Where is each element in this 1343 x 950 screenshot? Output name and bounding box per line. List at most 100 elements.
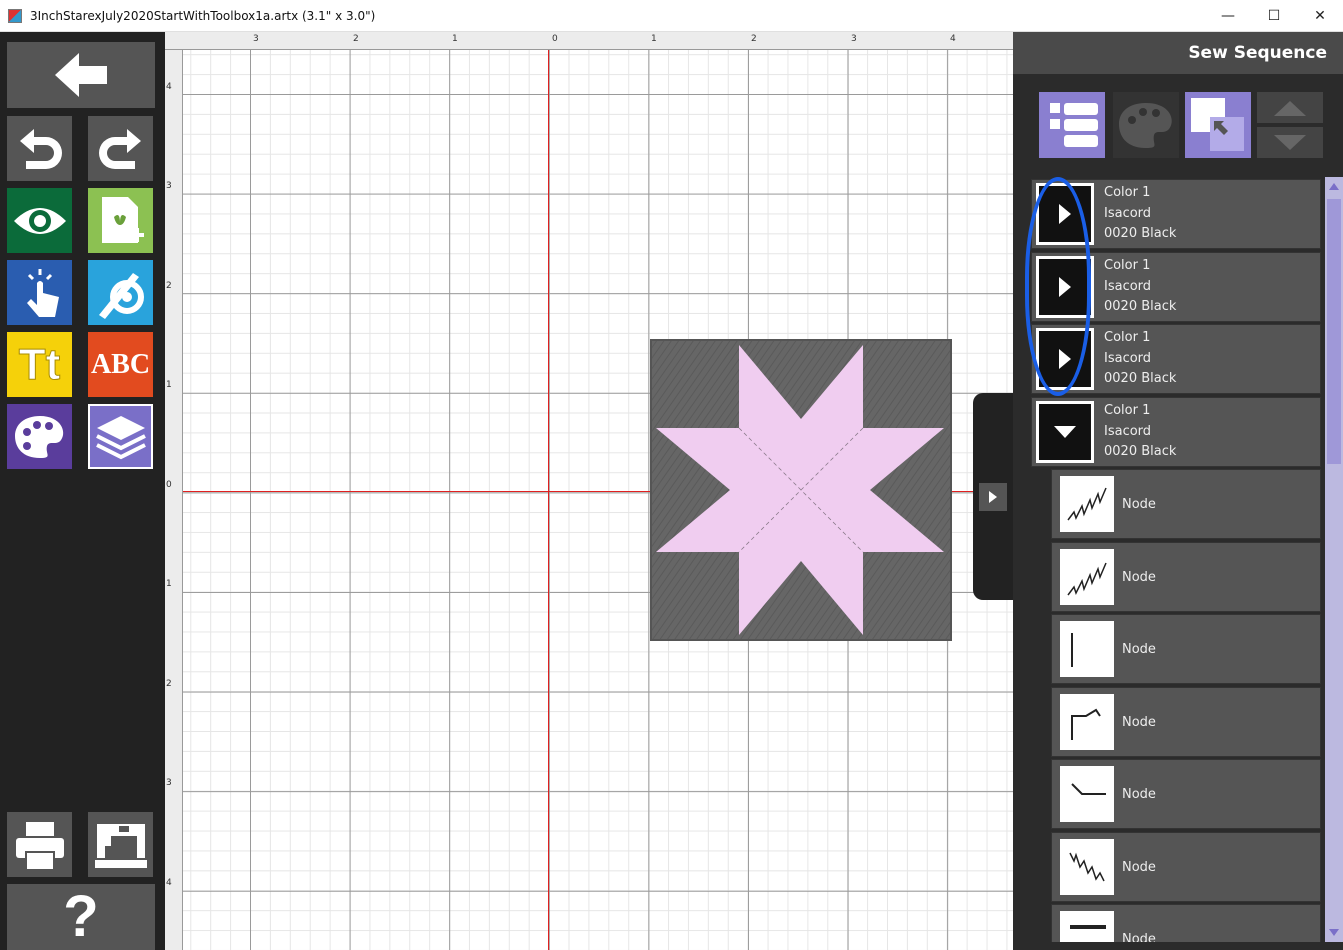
- color-sort-button[interactable]: [1113, 92, 1179, 158]
- node-row[interactable]: Node: [1051, 832, 1321, 902]
- thread-color: 0020 Black: [1104, 444, 1177, 460]
- ruler-top-label: 1: [651, 34, 657, 44]
- toolbox: Tt ABC ?: [0, 32, 165, 950]
- sewing-machine-icon: [94, 823, 147, 868]
- node-thumbnail: [1060, 911, 1114, 942]
- layers-button[interactable]: [88, 404, 153, 469]
- node-thumbnail: [1060, 621, 1114, 677]
- view-button[interactable]: [7, 188, 72, 253]
- chevron-down-icon: [1054, 426, 1076, 438]
- node-label: Node: [1122, 931, 1156, 943]
- ruler-left-label: 2: [166, 679, 172, 689]
- utilities-button[interactable]: [88, 260, 153, 325]
- thread-color: 0020 Black: [1104, 371, 1177, 387]
- ruler-left-label: 1: [166, 380, 172, 390]
- palette-icon: [1119, 103, 1172, 148]
- scroll-down-icon[interactable]: [1325, 926, 1343, 940]
- panel-collapse-tab: [973, 393, 1013, 600]
- select-icon: [26, 268, 59, 317]
- thread-brand: Isacord: [1104, 278, 1152, 294]
- maximize-button[interactable]: ☐: [1251, 0, 1297, 32]
- arrange-icon: [1191, 98, 1244, 151]
- star-quilt-block-design[interactable]: [650, 339, 952, 641]
- title-bar: 3InchStarexJuly2020StartWithToolbox1a.ar…: [0, 0, 1343, 32]
- new-design-button[interactable]: [88, 188, 153, 253]
- color-block-row[interactable]: Color 1 Isacord 0020 Black: [1031, 397, 1321, 467]
- redo-button[interactable]: [88, 116, 153, 181]
- view-icon: [13, 207, 66, 234]
- sew-sequence-panel: Sew Sequence Color 1 Isacord 0020 Black: [1013, 32, 1343, 950]
- node-row[interactable]: Node: [1051, 542, 1321, 612]
- help-button[interactable]: ?: [7, 884, 155, 950]
- ruler-top-label: 2: [353, 34, 359, 44]
- close-button[interactable]: ✕: [1297, 0, 1343, 32]
- node-label: Node: [1122, 641, 1156, 657]
- monogram-button[interactable]: ABC: [88, 332, 153, 397]
- node-row[interactable]: Node: [1051, 759, 1321, 829]
- thread-color: 0020 Black: [1104, 226, 1177, 242]
- thread-color: 0020 Black: [1104, 299, 1177, 315]
- select-button[interactable]: [7, 260, 72, 325]
- layers-icon: [95, 415, 146, 459]
- new-design-icon: [101, 196, 144, 243]
- move-up-button[interactable]: [1257, 92, 1323, 123]
- move-down-button[interactable]: [1257, 127, 1323, 158]
- straight-stitch-icon: [1071, 633, 1073, 667]
- color-palette-button[interactable]: [7, 404, 72, 469]
- node-thumbnail: [1060, 549, 1114, 605]
- collapse-button[interactable]: [1036, 401, 1094, 463]
- bend-stitch-icon: [1071, 783, 1106, 795]
- scroll-up-icon[interactable]: [1325, 179, 1343, 193]
- sequence-list-button[interactable]: [1039, 92, 1105, 158]
- list-scrollbar[interactable]: [1325, 177, 1343, 942]
- color-name: Color 1: [1104, 258, 1151, 274]
- vertical-axis-line: [548, 50, 549, 950]
- node-thumbnail: [1060, 476, 1114, 532]
- bar-stitch-icon: [1070, 925, 1106, 929]
- ruler-top-label: 4: [950, 34, 956, 44]
- color-name: Color 1: [1104, 185, 1151, 201]
- scrollbar-thumb[interactable]: [1327, 199, 1341, 464]
- chevron-right-icon: [989, 490, 997, 503]
- help-icon: ?: [63, 884, 99, 949]
- node-thumbnail: [1060, 694, 1114, 750]
- node-row[interactable]: Node: [1051, 904, 1321, 942]
- redo-icon: [98, 128, 141, 169]
- minimize-button[interactable]: —: [1205, 0, 1251, 32]
- move-to-front-button[interactable]: [1185, 92, 1251, 158]
- undo-icon: [19, 128, 62, 169]
- horizontal-ruler: [165, 32, 1013, 50]
- text-button[interactable]: Tt: [7, 332, 72, 397]
- collapse-panel-button[interactable]: [979, 482, 1007, 511]
- ruler-left-label: 3: [166, 181, 172, 191]
- ruler-top-label: 2: [751, 34, 757, 44]
- sewing-machine-button[interactable]: [88, 812, 153, 877]
- text-icon: Tt: [18, 339, 61, 389]
- node-row[interactable]: Node: [1051, 614, 1321, 684]
- corner-stitch-icon: [1071, 708, 1101, 740]
- ruler-left-label: 1: [166, 579, 172, 589]
- zigzag-stitch-icon: [1069, 852, 1105, 882]
- print-button[interactable]: [7, 812, 72, 877]
- app-icon: [8, 8, 22, 23]
- ruler-top-label: 3: [253, 34, 259, 44]
- ruler-top-label: 1: [452, 34, 458, 44]
- color-palette-icon: [14, 415, 63, 458]
- arrow-down-icon: [1274, 134, 1306, 150]
- node-thumbnail: [1060, 766, 1114, 822]
- thread-brand: Isacord: [1104, 205, 1152, 221]
- design-canvas[interactable]: 3 2 1 0 1 2 3 4 4 3 2 1 0 1 2 3 4: [165, 32, 1013, 950]
- arrow-up-icon: [1274, 100, 1306, 116]
- node-label: Node: [1122, 569, 1156, 585]
- back-icon: [55, 53, 107, 97]
- node-row[interactable]: Node: [1051, 687, 1321, 757]
- thread-brand: Isacord: [1104, 350, 1152, 366]
- back-button[interactable]: [7, 42, 155, 108]
- node-row[interactable]: Node: [1051, 469, 1321, 539]
- undo-button[interactable]: [7, 116, 72, 181]
- panel-header: Sew Sequence: [1013, 32, 1343, 74]
- ruler-left-label: 4: [166, 82, 172, 92]
- ruler-left-label: 0: [166, 480, 172, 490]
- utilities-icon: [98, 272, 144, 319]
- ruler-top-label: 0: [552, 34, 558, 44]
